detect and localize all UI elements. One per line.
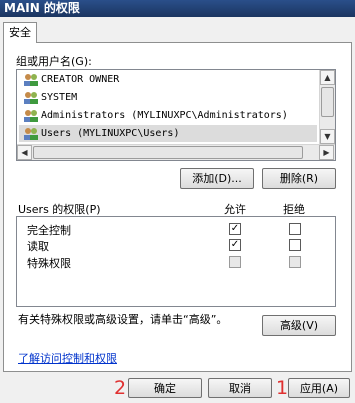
list-item-selected[interactable]: Users (MYLINUXPC\Users) (19, 125, 317, 142)
cancel-button[interactable]: 取消 (208, 378, 272, 398)
apply-button[interactable]: 应用(A) (288, 378, 350, 398)
allow-special-checkbox (229, 256, 241, 268)
permissions-list: 完全控制 ✓ 读取 ✓ 特殊权限 (16, 216, 336, 307)
user-name: SYSTEM (41, 92, 78, 103)
annotation-number: 1 (276, 377, 289, 399)
permission-name: 完全控制 (27, 224, 71, 237)
user-group-icon (24, 74, 38, 86)
permission-name: 读取 (27, 240, 49, 253)
scroll-left-icon[interactable]: ◀ (17, 145, 32, 160)
scroll-thumb[interactable] (321, 87, 334, 117)
annotation-number: 2 (114, 377, 127, 399)
user-name: CREATOR OWNER (41, 74, 120, 85)
tab-security[interactable]: 安全 (3, 22, 37, 43)
user-list[interactable]: CREATOR OWNER SYSTEM Administrators (MYL… (16, 69, 336, 161)
allow-header: 允许 (224, 203, 246, 216)
user-group-icon (24, 128, 38, 140)
group-label: 组或用户名(G): (16, 55, 92, 68)
deny-special-checkbox (289, 256, 301, 268)
allow-full-control-checkbox[interactable]: ✓ (229, 223, 241, 235)
scroll-thumb-horizontal[interactable] (33, 146, 303, 159)
user-group-icon (24, 110, 38, 122)
permissions-for-label: Users 的权限(P) (18, 203, 101, 216)
advanced-button[interactable]: 高级(V) (262, 315, 336, 336)
vertical-scrollbar[interactable]: ▲ ▼ (319, 70, 335, 145)
window-title: MAIN 的权限 (0, 0, 355, 17)
remove-button[interactable]: 删除(R) (262, 168, 336, 189)
allow-read-checkbox[interactable]: ✓ (229, 239, 241, 251)
list-item[interactable]: Administrators (MYLINUXPC\Administrators… (19, 107, 317, 124)
deny-header: 拒绝 (283, 203, 305, 216)
permission-name: 特殊权限 (27, 257, 71, 270)
learn-access-control-link[interactable]: 了解访问控制和权限 (18, 350, 117, 366)
deny-read-checkbox[interactable] (289, 239, 301, 251)
list-item[interactable]: SYSTEM (19, 89, 317, 106)
scroll-up-icon[interactable]: ▲ (320, 70, 335, 85)
ok-button[interactable]: 确定 (128, 378, 202, 398)
user-group-icon (24, 92, 38, 104)
add-button[interactable]: 添加(D)... (180, 168, 254, 189)
scroll-right-icon[interactable]: ▶ (319, 145, 334, 160)
special-permissions-note: 有关特殊权限或高级设置，请单击“高级”。 (18, 313, 228, 326)
deny-full-control-checkbox[interactable] (289, 223, 301, 235)
user-name: Administrators (MYLINUXPC\Administrators… (41, 110, 288, 121)
scroll-down-icon[interactable]: ▼ (320, 129, 335, 144)
horizontal-scrollbar[interactable]: ◀ ▶ (17, 144, 335, 160)
list-item[interactable]: CREATOR OWNER (19, 71, 317, 88)
user-name: Users (MYLINUXPC\Users) (41, 128, 180, 139)
